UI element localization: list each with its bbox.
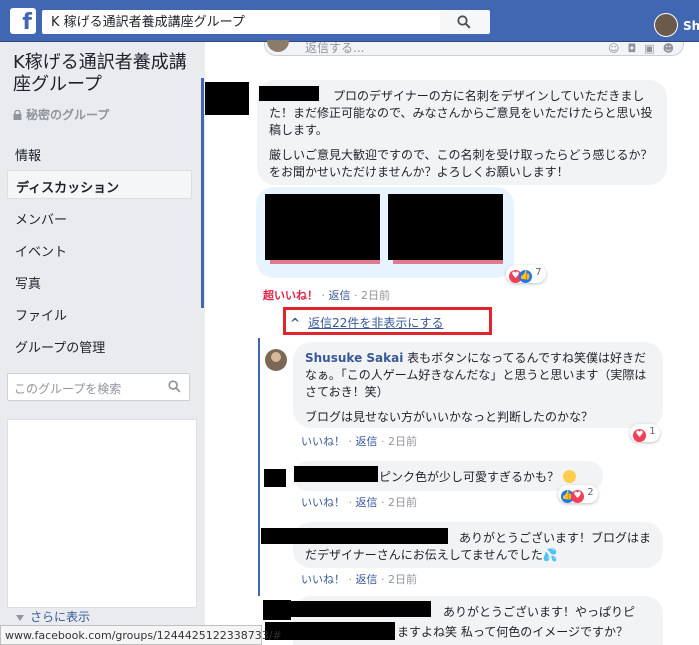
- emoji-icon: ☺: [608, 42, 628, 55]
- comment-timestamp[interactable]: 2日前: [388, 573, 417, 586]
- redacted-card-image-front: [265, 194, 380, 260]
- sidebar-item-discussion[interactable]: ディスカッション: [7, 170, 192, 199]
- user-avatar[interactable]: [654, 13, 678, 37]
- search-button[interactable]: [440, 10, 490, 34]
- reply-button[interactable]: 返信: [356, 435, 378, 448]
- comment-text: ピンク色が少し可愛すぎるかも？: [379, 470, 560, 484]
- redacted-author-name: [259, 86, 319, 101]
- comment-timestamp[interactable]: 2日前: [388, 496, 417, 509]
- sidebar-item-events[interactable]: イベント: [7, 235, 192, 264]
- like-button[interactable]: いいね！: [301, 573, 345, 586]
- redacted-author-name: [294, 466, 378, 482]
- see-more-link[interactable]: さらに表示: [16, 608, 90, 625]
- reply-button[interactable]: 返信: [329, 289, 351, 302]
- camera-icon: ◘: [627, 42, 645, 55]
- see-more-label: さらに表示: [30, 610, 91, 624]
- post-reaction-count: 7: [535, 267, 542, 278]
- redacted-card-image-back: [388, 194, 503, 260]
- facebook-search-input[interactable]: K 稼げる通訳者養成講座グループ: [42, 10, 440, 34]
- user-name-short[interactable]: Sh: [683, 19, 699, 33]
- redacted-author-name: [291, 601, 431, 617]
- reply-button[interactable]: 返信: [356, 496, 378, 509]
- post-reaction-summary[interactable]: ♥👍 7: [506, 265, 546, 283]
- search-icon: [457, 15, 471, 29]
- comment-text-2: ブログは見せない方がいいかなっと判断したのかな？: [305, 410, 594, 424]
- comment-timestamp[interactable]: 2日前: [388, 435, 417, 448]
- comment-author[interactable]: Shusuke Sakai: [305, 351, 403, 365]
- redacted-avatar: [261, 528, 291, 544]
- sidebar-item-members[interactable]: メンバー: [7, 203, 192, 232]
- comment-reaction-count: 2: [587, 487, 594, 498]
- like-button[interactable]: いいね！: [301, 496, 345, 509]
- redacted-avatar: [205, 82, 249, 115]
- group-search-placeholder: このグループを検索: [14, 382, 122, 396]
- chevron-up-icon: ^: [290, 316, 301, 330]
- group-search-input[interactable]: このグループを検索: [7, 373, 190, 401]
- sidebar-empty-panel: [7, 419, 197, 608]
- hide-replies-label: 返信22件を非表示にする: [308, 316, 444, 330]
- reply-button[interactable]: 返信: [356, 573, 378, 586]
- comment-text: ありがとうございます！やっぱりピ: [443, 605, 636, 619]
- super-like-button[interactable]: 超いいね！: [263, 289, 318, 302]
- comment-action-bar: いいね！ · 返信 · 2日前: [301, 573, 417, 586]
- reply-input-placeholder: 返信する...: [305, 41, 365, 55]
- comment-action-bar: いいね！ · 返信 · 2日前: [301, 435, 417, 448]
- sidebar-scroll-accent: [201, 78, 204, 308]
- facebook-logo-icon[interactable]: f: [10, 8, 36, 34]
- post-timestamp[interactable]: 2日前: [361, 289, 390, 302]
- gif-icon: ▣: [644, 42, 663, 55]
- like-button[interactable]: いいね！: [301, 435, 345, 448]
- card-pink-edge: [393, 260, 503, 264]
- comment-text-continued: ますよね笑 私って何色のイメージですか？: [397, 625, 628, 639]
- hide-replies-link[interactable]: ^ 返信22件を非表示にする: [283, 307, 492, 335]
- redacted-avatar: [263, 600, 291, 620]
- reply-thread-line: [258, 338, 260, 596]
- group-title[interactable]: K稼げる通訳者養成講座グループ: [13, 52, 193, 96]
- love-reaction-icon: ♥: [633, 429, 646, 442]
- love-reaction-icon: ♥: [571, 490, 584, 503]
- privacy-text: 秘密のグループ: [26, 108, 110, 122]
- post-text-1: プロのデザイナーの方に名刺をデザインしていただきました！まだ修正可能なので、みな…: [269, 89, 653, 137]
- grin-emoji-icon: [562, 470, 576, 483]
- post-text-2: 厳しいご意見大歓迎ですので、この名刺を受け取ったらどう感じるか？をお聞かせいただ…: [269, 148, 653, 179]
- top-navigation-bar: f K 稼げる通訳者養成講座グループ Sh: [0, 0, 699, 42]
- comment-reaction-count: 1: [649, 426, 656, 437]
- reply-bubble: Shusuke Sakai 表もボタンになってるんですね笑僕は好きだなぁ。「この…: [293, 342, 663, 428]
- reply-attachment-icons[interactable]: ☺◘▣☻: [608, 42, 683, 55]
- post-action-bar: 超いいね！ · 返信 · 2日前: [263, 289, 390, 302]
- redacted-avatar: [264, 469, 286, 487]
- sidebar-item-info[interactable]: 情報: [7, 139, 192, 168]
- chevron-down-icon: [16, 615, 24, 621]
- lock-icon: [13, 110, 22, 120]
- group-privacy-label: 秘密のグループ: [13, 106, 109, 123]
- comment-action-bar: いいね！ · 返信 · 2日前: [301, 496, 417, 509]
- comment-reaction-summary[interactable]: 👍♥ 2: [558, 485, 598, 503]
- sidebar-item-files[interactable]: ファイル: [7, 299, 192, 328]
- card-pink-edge: [270, 260, 380, 264]
- redacted-text: [265, 622, 395, 640]
- sidebar-item-manage-group[interactable]: グループの管理: [7, 331, 192, 360]
- browser-status-url: www.facebook.com/groups/1244425122338733…: [0, 625, 282, 645]
- like-reaction-icon: 👍: [519, 270, 532, 283]
- sweat-drops-emoji-icon: 💦: [542, 548, 558, 562]
- sidebar-item-photos[interactable]: 写真: [7, 267, 192, 296]
- avatar[interactable]: [265, 349, 287, 371]
- search-icon: [168, 380, 181, 393]
- comment-reaction-summary[interactable]: ♥ 1: [630, 424, 660, 442]
- redacted-author-name: [291, 528, 448, 544]
- sticker-icon: ☻: [662, 42, 683, 55]
